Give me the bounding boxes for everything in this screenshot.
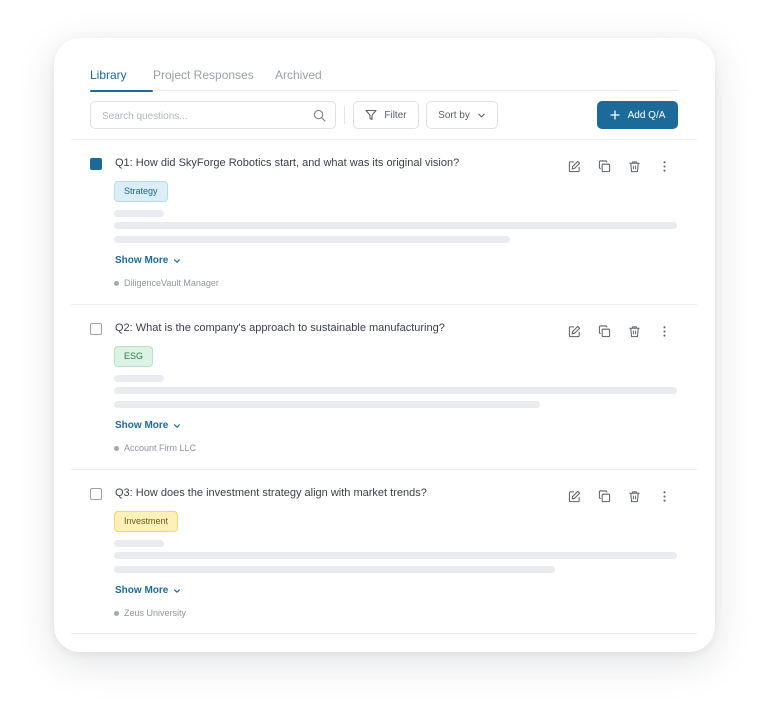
answer-placeholder-line <box>114 552 677 559</box>
add-qa-button[interactable]: Add Q/A <box>597 101 678 129</box>
sort-button[interactable]: Sort by <box>426 101 498 129</box>
answer-placeholder-line <box>114 222 677 229</box>
question-actions <box>568 490 671 503</box>
source-label: Zeus University <box>124 608 187 618</box>
tab-bar: Library Project Responses Archived <box>90 67 678 92</box>
answer-placeholder-line <box>114 387 677 394</box>
question-checkbox[interactable] <box>90 488 102 500</box>
copy-icon[interactable] <box>598 325 611 338</box>
answer-placeholder-line <box>114 375 164 382</box>
trash-icon[interactable] <box>628 325 641 338</box>
answer-placeholder-line <box>114 566 555 573</box>
chevron-down-icon <box>174 423 181 428</box>
copy-icon[interactable] <box>598 160 611 173</box>
search-box <box>90 101 336 129</box>
edit-icon[interactable] <box>568 490 581 503</box>
chevron-down-icon <box>478 113 485 117</box>
edit-icon[interactable] <box>568 325 581 338</box>
filter-icon <box>365 109 377 121</box>
answer-placeholder-line <box>114 236 510 243</box>
source-dot-icon <box>114 280 119 286</box>
trash-icon[interactable] <box>628 160 641 173</box>
show-more-label: Show More <box>115 420 169 431</box>
answer-source: Account Firm LLC <box>114 443 196 453</box>
toolbar-divider <box>344 106 345 124</box>
question-text: Q1: How did SkyForge Robotics start, and… <box>115 157 460 169</box>
show-more-label: Show More <box>115 585 169 596</box>
tab-archived[interactable]: Archived <box>275 67 355 91</box>
question-checkbox[interactable] <box>90 323 102 335</box>
show-more-link[interactable]: Show More <box>115 255 181 266</box>
question-checkbox[interactable] <box>90 158 102 170</box>
source-dot-icon <box>114 610 119 616</box>
more-vertical-icon[interactable] <box>658 160 671 173</box>
chevron-down-icon <box>174 588 181 593</box>
show-more-link[interactable]: Show More <box>115 585 181 596</box>
search-input[interactable] <box>102 109 302 123</box>
question-item: Q3: How does the investment strategy ali… <box>71 470 697 634</box>
question-item: Q2: What is the company's approach to su… <box>71 305 697 469</box>
search-icon[interactable] <box>313 109 326 122</box>
tab-library[interactable]: Library <box>90 67 153 92</box>
source-dot-icon <box>114 445 119 451</box>
more-vertical-icon[interactable] <box>658 325 671 338</box>
category-tag: Strategy <box>114 181 168 202</box>
source-label: Account Firm LLC <box>124 443 197 453</box>
question-item: Q1: How did SkyForge Robotics start, and… <box>71 140 697 304</box>
add-qa-button-label: Add Q/A <box>627 109 666 121</box>
copy-icon[interactable] <box>598 490 611 503</box>
question-text: Q3: How does the investment strategy ali… <box>115 487 427 499</box>
answer-source: Zeus University <box>114 608 186 618</box>
category-tag: ESG <box>114 346 154 367</box>
answer-source: DiligenceVault Manager <box>114 278 219 288</box>
qa-library-card: Library Project Responses Archived Filte… <box>54 38 715 652</box>
question-actions <box>568 325 671 338</box>
answer-placeholder-line <box>114 401 540 408</box>
tab-project-responses[interactable]: Project Responses <box>153 67 275 91</box>
toolbar: Filter Sort by Add Q/A <box>90 101 678 129</box>
answer-placeholder-line <box>114 540 164 547</box>
show-more-label: Show More <box>115 255 169 266</box>
answer-placeholder-line <box>114 210 164 217</box>
filter-button[interactable]: Filter <box>353 101 419 129</box>
library-panel: Library Project Responses Archived Filte… <box>71 38 697 634</box>
trash-icon[interactable] <box>628 490 641 503</box>
category-tag: Investment <box>114 511 179 532</box>
edit-icon[interactable] <box>568 160 581 173</box>
chevron-down-icon <box>174 258 181 263</box>
sort-button-label: Sort by <box>438 109 470 121</box>
plus-icon <box>609 110 620 120</box>
source-label: DiligenceVault Manager <box>124 278 219 288</box>
question-text: Q2: What is the company's approach to su… <box>115 322 445 334</box>
show-more-link[interactable]: Show More <box>115 420 181 431</box>
question-actions <box>568 160 671 173</box>
filter-button-label: Filter <box>384 109 407 121</box>
more-vertical-icon[interactable] <box>658 490 671 503</box>
